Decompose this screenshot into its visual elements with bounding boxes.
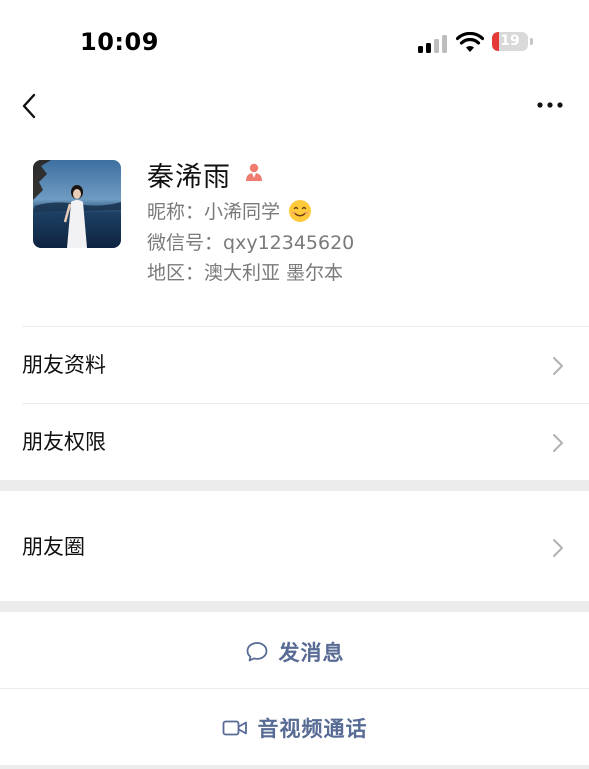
profile-name: 秦浠雨	[147, 162, 231, 193]
cellular-signal-icon	[418, 35, 450, 53]
send-message-label: 发消息	[278, 640, 345, 665]
battery-level-text: 19	[500, 33, 520, 49]
chevron-right-icon	[553, 539, 563, 557]
chat-bubble-icon	[246, 641, 267, 661]
gender-female-icon	[246, 163, 262, 181]
row-moments-label: 朋友圈	[22, 535, 85, 559]
region-label: 地区：	[147, 262, 205, 284]
profile-header: 秦浠雨 昵称：小浠同学 微信号：qxy12345620 地区：澳大利亚 墨尔本	[0, 145, 589, 325]
wechat-id-value[interactable]: qxy12345620	[223, 232, 354, 254]
video-call-button[interactable]: 音视频通话	[0, 690, 589, 765]
row-friend-permissions[interactable]: 朋友权限	[0, 404, 589, 481]
status-time: 10:09	[80, 28, 159, 56]
section-gap	[0, 601, 589, 612]
region-value: 澳大利亚 墨尔本	[204, 262, 344, 284]
chevron-right-icon	[553, 434, 563, 452]
section-gap	[0, 765, 589, 769]
row-friend-info[interactable]: 朋友资料	[0, 327, 589, 404]
nickname-value: 小浠同学	[204, 201, 281, 223]
battery-icon: 19	[492, 32, 536, 53]
video-camera-icon	[222, 720, 247, 735]
smile-emoji-icon	[289, 200, 312, 222]
send-message-button[interactable]: 发消息	[0, 614, 589, 689]
wifi-icon	[456, 32, 484, 52]
video-call-label: 音视频通话	[257, 716, 368, 741]
section-gap	[0, 480, 589, 491]
nickname-label: 昵称：	[147, 201, 205, 223]
row-friend-info-label: 朋友资料	[22, 353, 106, 377]
wechat-id-line: 微信号：qxy12345620	[147, 228, 354, 255]
avatar[interactable]	[33, 160, 121, 248]
nickname-line: 昵称：小浠同学	[147, 197, 312, 224]
back-icon[interactable]	[18, 92, 42, 120]
more-options-icon[interactable]	[530, 98, 570, 112]
row-moments[interactable]: 朋友圈	[0, 509, 589, 586]
status-bar: 10:09 19	[0, 0, 589, 78]
wechat-id-label: 微信号：	[147, 232, 224, 254]
region-line: 地区：澳大利亚 墨尔本	[147, 258, 343, 285]
divider	[0, 688, 589, 689]
nav-bar	[0, 80, 589, 130]
chevron-right-icon	[553, 357, 563, 375]
row-friend-permissions-label: 朋友权限	[22, 430, 106, 454]
